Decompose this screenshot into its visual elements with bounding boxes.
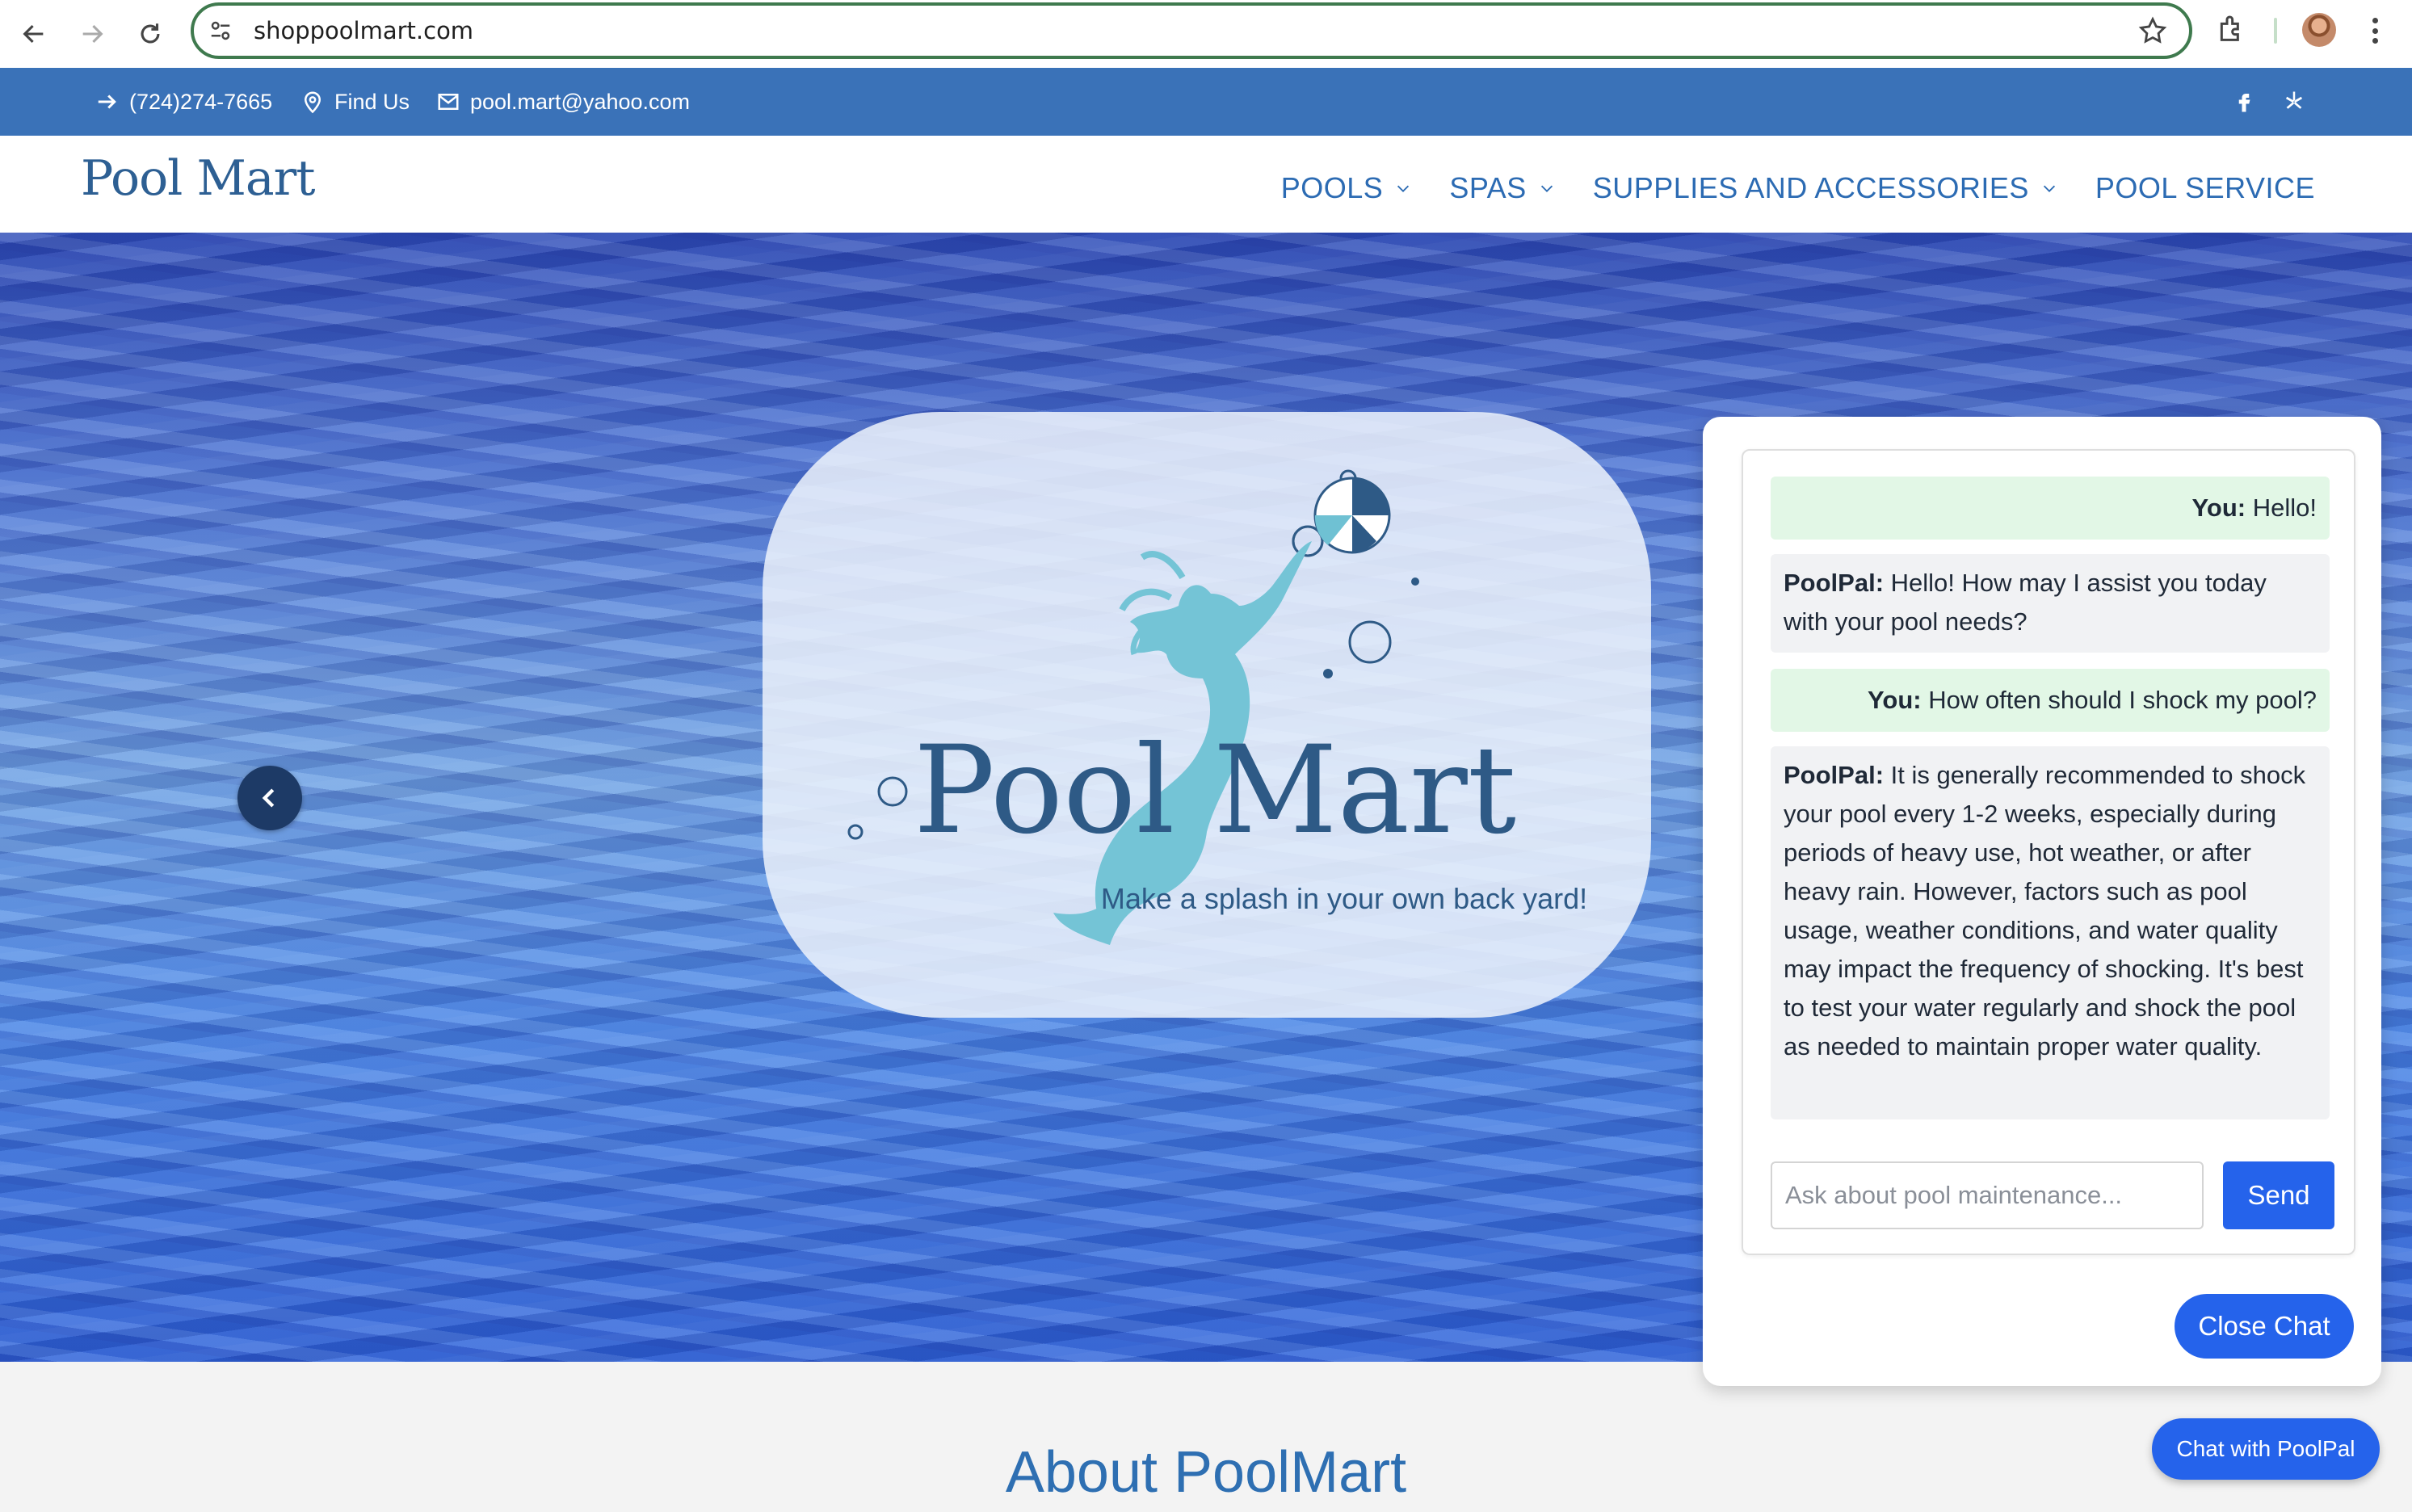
- menu-pool-service-label: POOL SERVICE: [2095, 171, 2315, 204]
- forward-button[interactable]: [69, 11, 115, 57]
- mail-icon: [438, 94, 459, 110]
- chat-message: You: How often should I shock my pool?: [1771, 669, 2330, 732]
- chevron-down-icon: [2043, 185, 2055, 192]
- site-settings-icon[interactable]: [208, 19, 233, 43]
- menu-kebab-icon[interactable]: [2365, 15, 2385, 47]
- arrow-right-icon: [98, 94, 116, 109]
- site-header: Pool Mart POOLS SPAS SUPPLIES AND ACCESS…: [0, 136, 2412, 233]
- toolbar-divider: [2274, 18, 2277, 44]
- email-link[interactable]: pool.mart@yahoo.com: [436, 68, 690, 136]
- reload-icon: [141, 23, 160, 44]
- reload-button[interactable]: [128, 11, 173, 57]
- phone-text: (724)274-7665: [129, 89, 273, 114]
- chat-window: You: Hello! PoolPal: Hello! How may I as…: [1742, 449, 2355, 1255]
- browser-toolbar: shoppoolmart.com: [0, 0, 2412, 68]
- mermaid-logo-illustration: Pool Mart Make a splash in your own back…: [847, 469, 1587, 945]
- message-sender: PoolPal:: [1784, 569, 1885, 597]
- find-us-text: Find Us: [334, 89, 410, 114]
- forward-icon: [82, 24, 103, 44]
- menu-pools[interactable]: POOLS: [1281, 171, 1413, 205]
- about-title: About PoolMart: [1005, 1440, 1407, 1505]
- menu-pools-label: POOLS: [1280, 171, 1384, 204]
- hero-brand-text: Pool Mart: [914, 720, 1516, 861]
- chevron-left-icon: [262, 788, 275, 808]
- contact-bar: (724)274-7665 Find Us pool.mart@yahoo.co…: [0, 68, 2412, 136]
- chat-message: PoolPal: It is generally recommended to …: [1771, 746, 2330, 1119]
- menu-supplies[interactable]: SUPPLIES AND ACCESSORIES: [1593, 171, 2058, 205]
- carousel-prev-button[interactable]: [237, 766, 302, 830]
- send-button[interactable]: Send: [2223, 1161, 2334, 1229]
- menu-supplies-label: SUPPLIES AND ACCESSORIES: [1592, 171, 2029, 204]
- profile-avatar[interactable]: [2302, 13, 2336, 47]
- close-chat-button[interactable]: Close Chat: [2175, 1294, 2354, 1359]
- find-us-link[interactable]: Find Us: [300, 68, 410, 136]
- map-pin-icon: [304, 91, 321, 114]
- extensions-icon[interactable]: [2215, 13, 2247, 45]
- open-chat-button[interactable]: Chat with PoolPal: [2152, 1418, 2380, 1480]
- message-sender: You:: [2191, 494, 2246, 522]
- email-text: pool.mart@yahoo.com: [470, 89, 691, 114]
- message-sender: You:: [1868, 686, 1922, 714]
- hero-logo-card: Pool Mart Make a splash in your own back…: [763, 412, 1651, 1018]
- chat-message: You: Hello!: [1771, 477, 2330, 540]
- chevron-down-icon: [1397, 185, 1410, 192]
- message-text: It is generally recommended to shock you…: [1784, 761, 2306, 1060]
- chat-input[interactable]: [1771, 1161, 2204, 1229]
- hero-tagline: Make a splash in your own back yard!: [1101, 882, 1587, 915]
- back-button[interactable]: [11, 11, 57, 57]
- chat-message: PoolPal: Hello! How may I assist you tod…: [1771, 554, 2330, 653]
- address-bar[interactable]: shoppoolmart.com: [191, 2, 2192, 59]
- menu-spas-label: SPAS: [1449, 171, 1527, 204]
- chat-panel: You: Hello! PoolPal: Hello! How may I as…: [1703, 417, 2381, 1386]
- site-logo[interactable]: Pool Mart: [81, 150, 315, 207]
- facebook-icon[interactable]: [2231, 89, 2257, 115]
- message-sender: PoolPal:: [1784, 761, 1885, 789]
- bookmark-star-icon[interactable]: [2137, 15, 2168, 46]
- phone-link[interactable]: (724)274-7665: [95, 68, 272, 136]
- message-text: How often should I shock my pool?: [1928, 686, 2317, 714]
- message-text: Hello!: [2252, 494, 2317, 522]
- back-icon: [23, 24, 44, 44]
- yelp-icon[interactable]: [2281, 89, 2307, 115]
- main-menu: POOLS SPAS SUPPLIES AND ACCESSORIES POOL…: [1281, 136, 2315, 241]
- menu-spas[interactable]: SPAS: [1449, 171, 1555, 205]
- url-text[interactable]: shoppoolmart.com: [254, 17, 473, 44]
- chevron-down-icon: [1540, 185, 1553, 192]
- menu-pool-service[interactable]: POOL SERVICE: [2095, 171, 2315, 205]
